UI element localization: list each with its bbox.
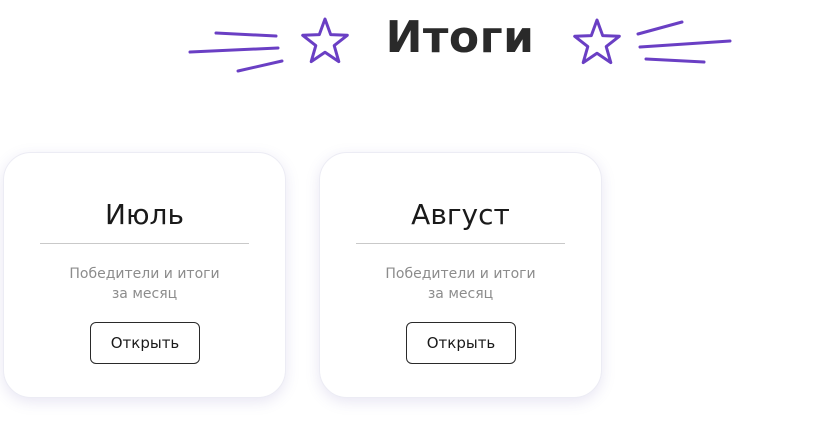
- open-button-july[interactable]: Открыть: [90, 322, 200, 364]
- card-description-line1: Победители и итоги: [385, 266, 536, 282]
- month-card-july: Июль Победители и итоги за месяц Открыть: [3, 152, 286, 398]
- month-card-august: Август Победители и итоги за месяц Откры…: [319, 152, 602, 398]
- card-description: Победители и итоги за месяц: [24, 264, 265, 304]
- card-title: Август: [411, 198, 510, 231]
- page: Итоги Июль Победители и итоги за месяц О…: [0, 0, 819, 438]
- card-description-line2: за месяц: [111, 286, 178, 302]
- card-title: Июль: [105, 198, 184, 231]
- card-divider: [356, 243, 565, 244]
- star-right-icon: [573, 18, 621, 65]
- speed-lines-right-icon: [636, 20, 732, 64]
- card-description-line2: за месяц: [427, 286, 494, 302]
- card-description: Победители и итоги за месяц: [340, 264, 581, 304]
- card-description-line1: Победители и итоги: [69, 266, 220, 282]
- open-button-august[interactable]: Открыть: [406, 322, 516, 364]
- card-divider: [40, 243, 249, 244]
